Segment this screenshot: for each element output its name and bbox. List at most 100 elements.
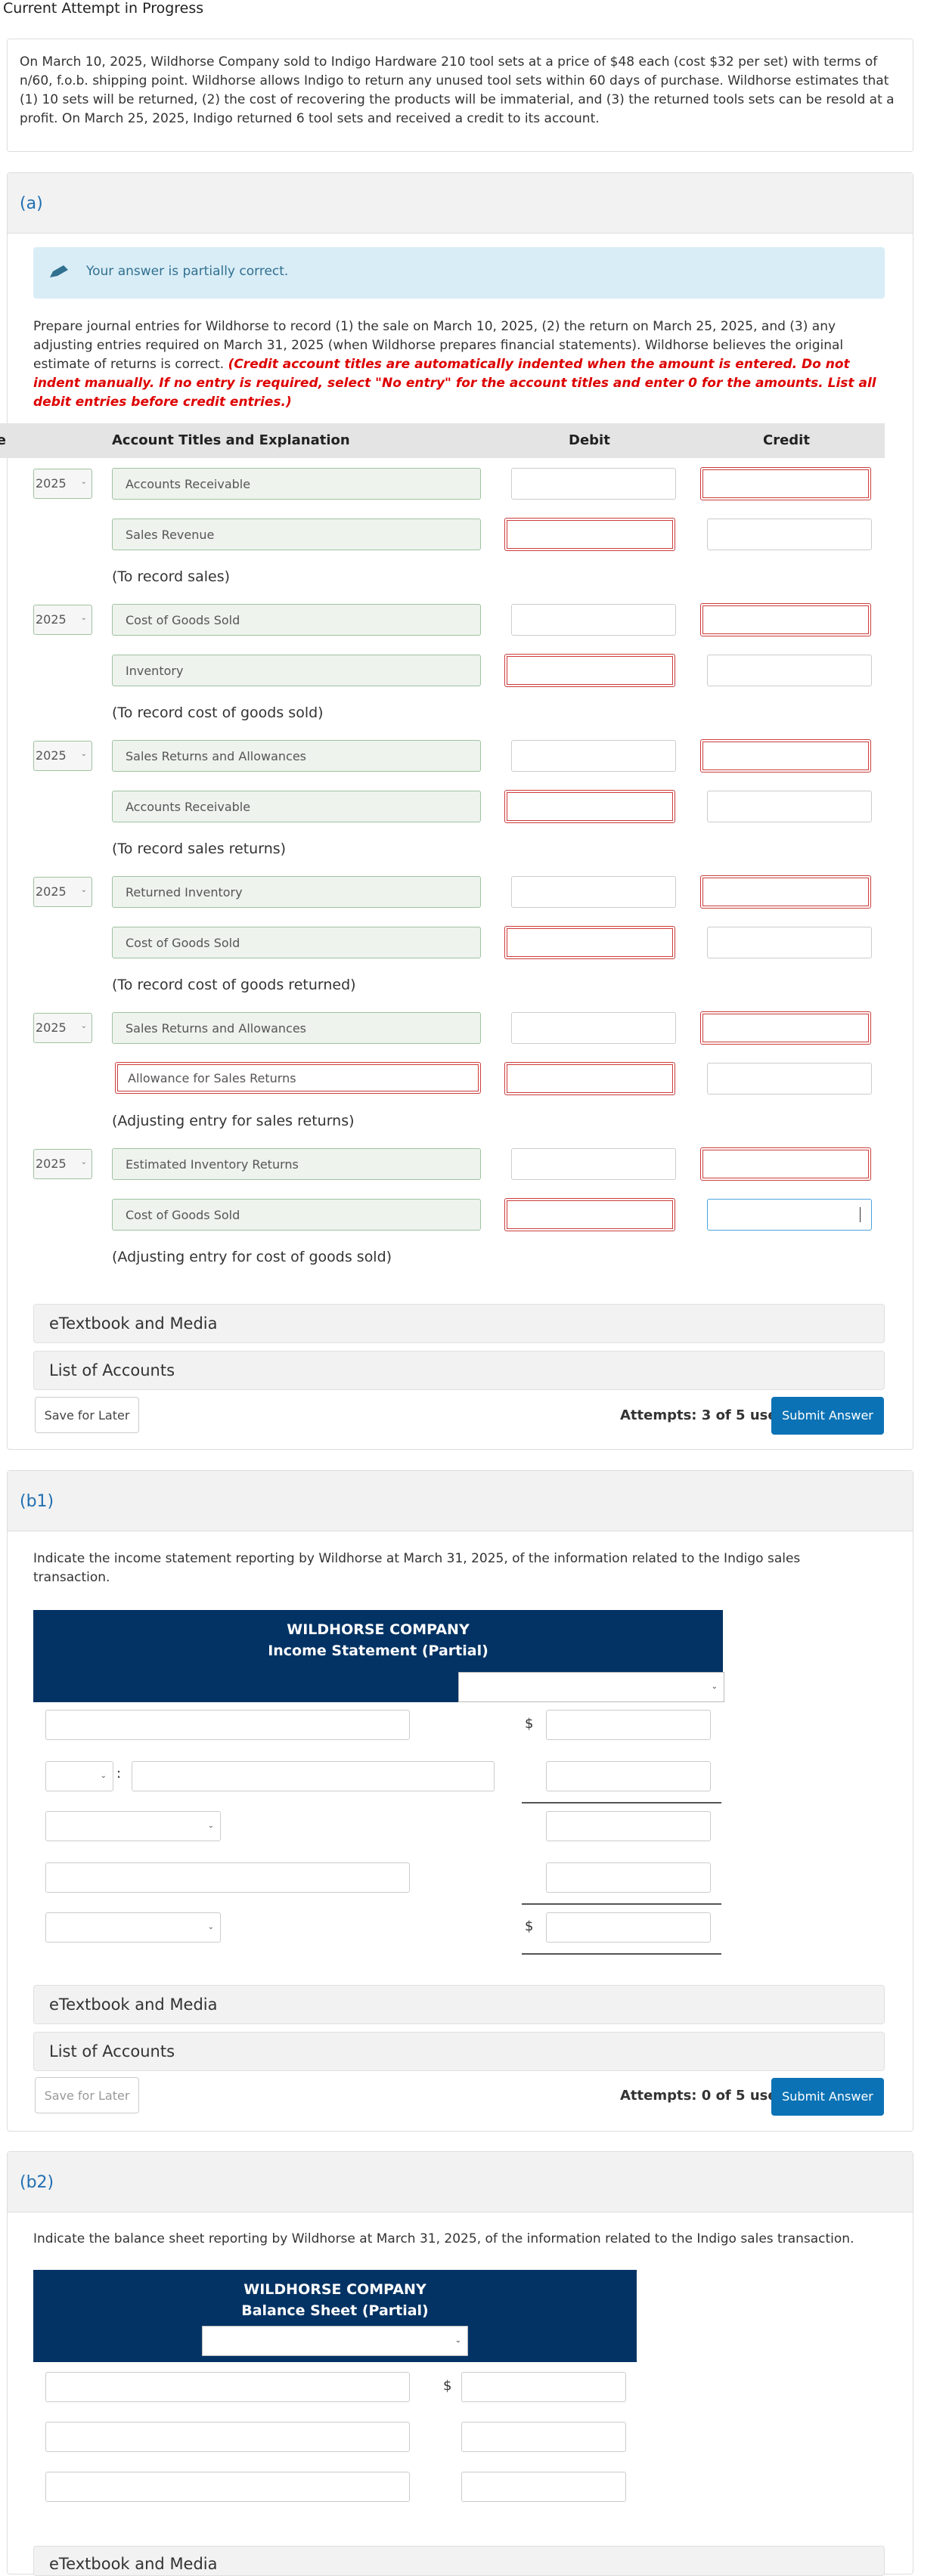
credit-account-field[interactable]: Cost of Goods Sold xyxy=(112,1199,481,1231)
date-select[interactable]: ⌄ xyxy=(202,2326,468,2356)
date-select[interactable]: 2025 ⌄ xyxy=(33,741,92,771)
credit-amount-input[interactable] xyxy=(700,739,871,772)
list-of-accounts-link[interactable]: List of Accounts xyxy=(33,1351,885,1390)
company-name: WILDHORSE COMPANY xyxy=(243,2281,426,2298)
debit-amount-input[interactable] xyxy=(504,1198,675,1231)
entry-note: (To record cost of goods returned) xyxy=(112,977,356,993)
credit-amount-input[interactable] xyxy=(700,1147,871,1181)
debit-account-field[interactable]: Returned Inventory xyxy=(112,876,481,908)
credit-amount-input[interactable] xyxy=(707,655,872,686)
debit-account-field[interactable]: Sales Returns and Allowances xyxy=(112,740,481,772)
partial-correct-alert: Your answer is partially correct. xyxy=(33,247,885,299)
less-select[interactable]: ⌄ xyxy=(45,1761,113,1791)
part-b2-panel: (b2) xyxy=(7,2151,913,2574)
balance-amount-input[interactable] xyxy=(461,2372,626,2402)
save-for-later-button[interactable]: Save for Later xyxy=(35,2077,139,2113)
col-debit: Debit xyxy=(569,432,610,448)
income-amount-input[interactable] xyxy=(546,1761,711,1791)
date-select[interactable]: 2025 ⌄ xyxy=(33,605,92,635)
save-for-later-button[interactable]: Save for Later xyxy=(35,1397,139,1433)
colon-separator: : xyxy=(116,1766,122,1782)
date-select[interactable]: 2025 ⌄ xyxy=(33,877,92,907)
income-line-select[interactable]: ⌄ xyxy=(45,1912,221,1943)
part-b1-label: (b1) xyxy=(20,1492,54,1511)
statement-title: Income Statement (Partial) xyxy=(268,1643,488,1659)
company-name: WILDHORSE COMPANY xyxy=(287,1621,470,1638)
credit-account-field[interactable]: Sales Revenue xyxy=(112,519,481,550)
income-amount-input[interactable] xyxy=(546,1912,711,1943)
credit-account-field[interactable]: Inventory xyxy=(112,655,481,686)
debit-amount-input[interactable] xyxy=(511,604,676,636)
debit-amount-input[interactable] xyxy=(511,1148,676,1180)
balance-line-label-input[interactable] xyxy=(45,2472,410,2502)
income-line-label-input[interactable] xyxy=(132,1761,495,1791)
credit-amount-input[interactable] xyxy=(700,1011,871,1045)
alert-text: Your answer is partially correct. xyxy=(86,264,289,279)
balance-line-label-input[interactable] xyxy=(45,2372,410,2402)
debit-amount-input[interactable] xyxy=(511,1012,676,1044)
income-statement-header: WILDHORSE COMPANY Income Statement (Part… xyxy=(33,1610,724,1702)
credit-amount-input[interactable] xyxy=(707,791,872,822)
entry-note: (To record cost of goods sold) xyxy=(112,704,324,721)
balance-amount-input[interactable] xyxy=(461,2472,626,2502)
debit-amount-input[interactable] xyxy=(504,1062,675,1095)
date-select[interactable]: 2025 ⌄ xyxy=(33,469,92,499)
part-b1-header: (b1) xyxy=(8,1471,913,1531)
debit-account-field[interactable]: Accounts Receivable xyxy=(112,468,481,500)
entry-note: (Adjusting entry for cost of goods sold) xyxy=(112,1249,392,1265)
income-line-label-input[interactable] xyxy=(45,1862,410,1893)
problem-statement: On March 10, 2025, Wildhorse Company sol… xyxy=(7,39,913,152)
submit-answer-button[interactable]: Submit Answer xyxy=(771,2078,884,2116)
credit-account-field[interactable]: Accounts Receivable xyxy=(112,791,481,822)
balance-amount-input[interactable] xyxy=(461,2422,626,2452)
debit-amount-input[interactable] xyxy=(511,468,676,500)
debit-account-field[interactable]: Estimated Inventory Returns xyxy=(112,1148,481,1180)
entry-note: (Adjusting entry for sales returns) xyxy=(112,1113,355,1129)
date-select[interactable]: 2025 ⌄ xyxy=(33,1013,92,1043)
submit-answer-button[interactable]: Submit Answer xyxy=(771,1397,884,1435)
attempt-status: Current Attempt in Progress xyxy=(3,0,204,17)
debit-amount-input[interactable] xyxy=(504,790,675,823)
part-b1-instructions: Indicate the income statement reporting … xyxy=(33,1551,801,1585)
subtotal-rule xyxy=(522,1903,721,1905)
income-line-label-input[interactable] xyxy=(45,1710,410,1740)
debit-amount-input[interactable] xyxy=(504,518,675,551)
debit-amount-input[interactable] xyxy=(511,740,676,772)
debit-amount-input[interactable] xyxy=(504,926,675,959)
credit-amount-input[interactable] xyxy=(700,603,871,636)
debit-account-field[interactable]: Cost of Goods Sold xyxy=(112,604,481,636)
part-b2-instructions: Indicate the balance sheet reporting by … xyxy=(33,2231,854,2246)
balance-line-label-input[interactable] xyxy=(45,2422,410,2452)
credit-amount-input[interactable] xyxy=(700,875,871,909)
etextbook-media-link[interactable]: eTextbook and Media xyxy=(33,1304,885,1343)
col-date: Date xyxy=(0,432,6,448)
credit-account-field[interactable]: Cost of Goods Sold xyxy=(112,927,481,958)
debit-account-field[interactable]: Sales Returns and Allowances xyxy=(112,1012,481,1044)
period-select[interactable]: ⌄ xyxy=(458,1672,724,1702)
entry-note: (To record sales returns) xyxy=(112,841,287,857)
credit-amount-input[interactable] xyxy=(707,1199,872,1231)
part-a-header: (a) xyxy=(8,173,913,234)
subtotal-rule xyxy=(522,1802,721,1804)
debit-amount-input[interactable] xyxy=(511,876,676,908)
attempts-counter: Attempts: 0 of 5 used xyxy=(620,2088,787,2104)
date-select[interactable]: 2025 ⌄ xyxy=(33,1149,92,1179)
credit-amount-input[interactable] xyxy=(707,519,872,550)
income-amount-input[interactable] xyxy=(546,1710,711,1740)
col-credit: Credit xyxy=(763,432,810,448)
credit-account-field[interactable]: Allowance for Sales Returns xyxy=(115,1062,481,1094)
part-a-label: (a) xyxy=(20,194,43,213)
etextbook-media-link[interactable]: eTextbook and Media xyxy=(33,1985,885,2024)
debit-amount-input[interactable] xyxy=(504,654,675,687)
income-amount-input[interactable] xyxy=(546,1862,711,1893)
credit-amount-input[interactable] xyxy=(707,1063,872,1094)
credit-amount-input[interactable] xyxy=(707,927,872,958)
credit-amount-input[interactable] xyxy=(700,467,871,500)
income-line-select[interactable]: ⌄ xyxy=(45,1811,221,1841)
dollar-sign: $ xyxy=(443,2378,452,2394)
list-of-accounts-link[interactable]: List of Accounts xyxy=(33,2032,885,2071)
dollar-sign: $ xyxy=(525,1716,534,1732)
etextbook-media-link[interactable]: eTextbook and Media xyxy=(33,2546,885,2576)
income-amount-input[interactable] xyxy=(546,1811,711,1841)
part-a-instructions: Prepare journal entries for Wildhorse to… xyxy=(33,317,888,412)
